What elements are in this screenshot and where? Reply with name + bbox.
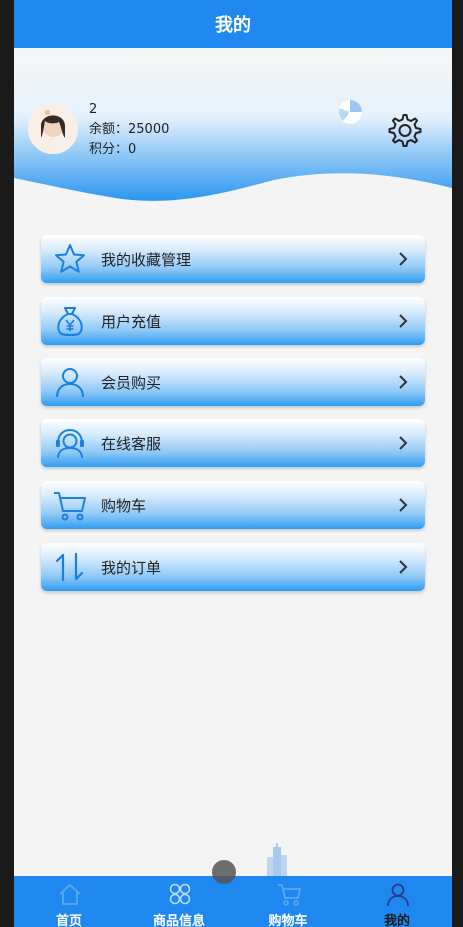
tab-label: 我的: [383, 914, 410, 927]
chevron-right-icon: [399, 252, 408, 266]
chevron-right-icon: [399, 314, 408, 328]
menu-label: 我的订单: [101, 558, 162, 577]
title-bar: 我的: [14, 0, 452, 48]
floating-assistive-button[interactable]: [212, 860, 236, 884]
tab-label: 首页: [55, 914, 82, 927]
chevron-right-icon: [399, 498, 408, 512]
tab-mine[interactable]: 我的: [352, 876, 442, 927]
globe-icon: [338, 100, 362, 124]
page-title: 我的: [215, 15, 251, 36]
menu-label: 我的收藏管理: [101, 250, 192, 269]
menu-label: 在线客服: [101, 434, 162, 453]
menu-item-membership[interactable]: 会员购买: [41, 358, 425, 406]
username: 2: [89, 102, 98, 117]
sort-arrows-icon: [51, 548, 89, 586]
support-agent-icon: [51, 424, 89, 462]
star-icon: [51, 240, 89, 278]
app-screen: 我的 2 余额：25000 积分：0 我的收藏管理 用户充值 会员购买 在线客服…: [14, 0, 452, 927]
money-bag-icon: [51, 302, 89, 340]
grid-icon: [169, 883, 191, 905]
tab-label: 商品信息: [152, 914, 205, 927]
bottom-tab-bar: 首页 商品信息 购物车 我的: [14, 876, 452, 927]
menu-label: 购物车: [101, 496, 147, 515]
tab-home[interactable]: 首页: [24, 876, 114, 927]
menu-item-customer-service[interactable]: 在线客服: [41, 419, 425, 467]
user-icon: [51, 363, 89, 401]
cart-icon: [278, 884, 302, 906]
chevron-right-icon: [399, 560, 408, 574]
avatar-image: [28, 104, 78, 154]
building-icon: [267, 843, 287, 877]
home-icon: [59, 883, 81, 905]
menu-label: 会员购买: [101, 373, 162, 392]
balance-text: 余额：25000: [89, 122, 170, 137]
menu-item-favorites[interactable]: 我的收藏管理: [41, 235, 425, 283]
menu-label: 用户充值: [101, 312, 162, 331]
tab-cart[interactable]: 购物车: [243, 876, 333, 927]
menu-item-orders[interactable]: 我的订单: [41, 543, 425, 591]
tab-products[interactable]: 商品信息: [134, 876, 224, 927]
points-text: 积分：0: [89, 142, 137, 157]
cart-icon: [51, 486, 89, 524]
menu-item-recharge[interactable]: 用户充值: [41, 297, 425, 345]
user-info: 2 余额：25000 积分：0: [89, 100, 169, 160]
menu-item-cart[interactable]: 购物车: [41, 481, 425, 529]
settings-gear-icon[interactable]: [387, 113, 423, 149]
tab-label: 购物车: [268, 914, 308, 927]
chevron-right-icon: [399, 436, 408, 450]
user-icon: [387, 883, 409, 907]
chevron-right-icon: [399, 375, 408, 389]
avatar[interactable]: [28, 104, 78, 154]
